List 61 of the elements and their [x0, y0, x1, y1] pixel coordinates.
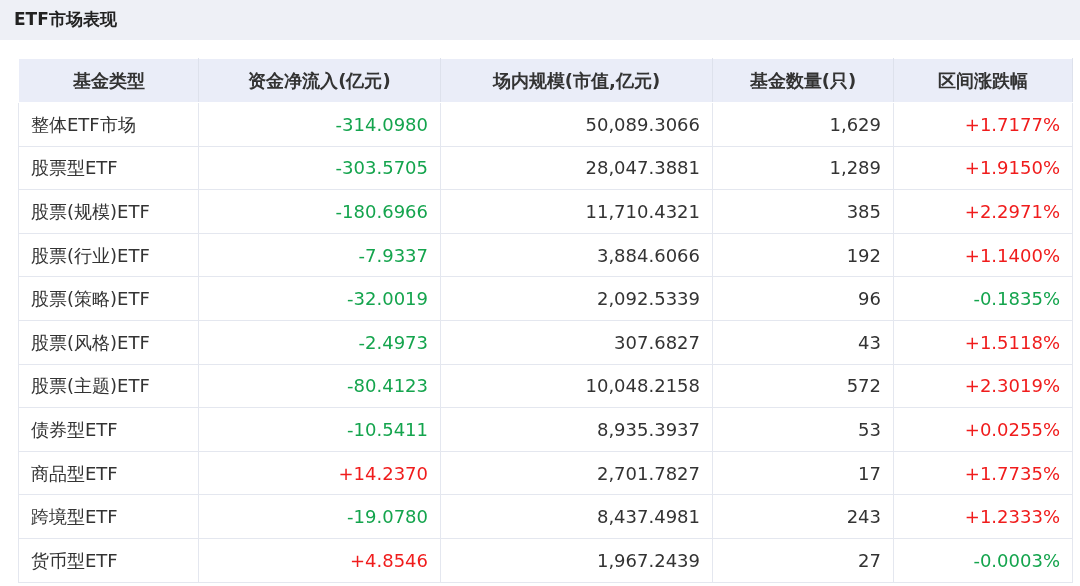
column-header: 区间涨跌幅: [893, 58, 1073, 103]
table-cell: 192: [712, 233, 894, 277]
table-cell: +1.9150%: [893, 146, 1073, 190]
table-cell: +0.0255%: [893, 407, 1073, 452]
table-cell: 3,884.6066: [440, 233, 713, 277]
table-cell: -10.5411: [198, 407, 441, 452]
column-header: 基金数量(只): [712, 58, 894, 103]
section-title: ETF市场表现: [14, 8, 117, 32]
table-cell: 1,967.2439: [440, 538, 713, 583]
table-cell: -19.0780: [198, 494, 441, 539]
table-cell: 243: [712, 494, 894, 539]
table-cell: 股票(风格)ETF: [18, 320, 199, 365]
table-cell: 股票(行业)ETF: [18, 233, 199, 277]
table-cell: 1,629: [712, 102, 894, 147]
table-cell: 11,710.4321: [440, 189, 713, 234]
column-header: 基金类型: [18, 58, 199, 103]
table-cell: +14.2370: [198, 451, 441, 495]
table-cell: 17: [712, 451, 894, 495]
table-cell: 96: [712, 276, 894, 321]
table-cell: 43: [712, 320, 894, 365]
table-cell: -2.4973: [198, 320, 441, 365]
table-cell: 2,092.5339: [440, 276, 713, 321]
table-cell: +2.2971%: [893, 189, 1073, 234]
table-cell: +1.5118%: [893, 320, 1073, 365]
table-cell: +2.3019%: [893, 364, 1073, 408]
table-cell: 8,935.3937: [440, 407, 713, 452]
column-header: 资金净流入(亿元): [198, 58, 441, 103]
table-cell: 股票(规模)ETF: [18, 189, 199, 234]
table-cell: -180.6966: [198, 189, 441, 234]
table-cell: 股票(策略)ETF: [18, 276, 199, 321]
table-cell: 53: [712, 407, 894, 452]
table-cell: +1.1400%: [893, 233, 1073, 277]
table-cell: -80.4123: [198, 364, 441, 408]
table-cell: -314.0980: [198, 102, 441, 147]
table-cell: +1.7177%: [893, 102, 1073, 147]
table-cell: 货币型ETF: [18, 538, 199, 583]
table-cell: 10,048.2158: [440, 364, 713, 408]
table-cell: +1.7735%: [893, 451, 1073, 495]
table-cell: +4.8546: [198, 538, 441, 583]
table-cell: 27: [712, 538, 894, 583]
column-header: 场内规模(市值,亿元): [440, 58, 713, 103]
table-cell: -0.0003%: [893, 538, 1073, 583]
table-cell: 8,437.4981: [440, 494, 713, 539]
table-cell: 307.6827: [440, 320, 713, 365]
table-cell: 股票型ETF: [18, 146, 199, 190]
table-cell: 跨境型ETF: [18, 494, 199, 539]
table-cell: -303.5705: [198, 146, 441, 190]
table-cell: 1,289: [712, 146, 894, 190]
table-cell: -32.0019: [198, 276, 441, 321]
table-cell: -7.9337: [198, 233, 441, 277]
table-cell: 28,047.3881: [440, 146, 713, 190]
table-cell: -0.1835%: [893, 276, 1073, 321]
table-cell: 572: [712, 364, 894, 408]
table-cell: 债券型ETF: [18, 407, 199, 452]
table-cell: 整体ETF市场: [18, 102, 199, 147]
table-cell: 2,701.7827: [440, 451, 713, 495]
table-cell: 50,089.3066: [440, 102, 713, 147]
table-cell: 商品型ETF: [18, 451, 199, 495]
table-cell: 股票(主题)ETF: [18, 364, 199, 408]
table-cell: 385: [712, 189, 894, 234]
table-cell: +1.2333%: [893, 494, 1073, 539]
